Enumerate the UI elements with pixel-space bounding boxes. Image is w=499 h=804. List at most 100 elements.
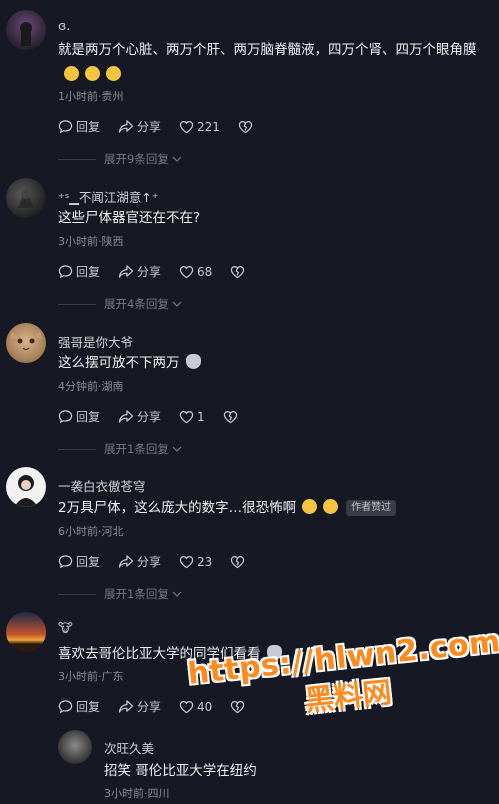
username[interactable]: ɞ. [58,18,70,33]
expand-replies[interactable]: 展开1条回复 [58,441,182,457]
action-bar: 回复 分享 221 [58,118,274,135]
reply-label: 回复 [76,410,101,424]
comment-meta: 3小时前·广东 [58,670,124,683]
like-count: 68 [197,264,213,279]
divider [58,158,96,160]
share-label: 分享 [137,120,162,134]
broken-heart-icon [238,120,253,133]
dislike-button[interactable] [230,555,248,569]
share-label: 分享 [137,410,162,424]
reply-icon [58,700,73,714]
share-button[interactable]: 分享 [118,553,161,570]
reply-button[interactable]: 回复 [58,553,100,570]
reply-label: 回复 [76,700,101,714]
heart-icon [179,120,194,133]
comment-text-body: 就是两万个心脏、两万个肝、两万脑脊髓液，四万个肾、四万个眼角膜 [58,42,477,58]
comment-text-body: 招笑 哥伦比亚大学在纽约 [104,763,257,779]
expand-label: 展开9条回复 [104,152,169,166]
dislike-button[interactable] [238,120,256,134]
action-bar: 回复 分享 68 [58,263,266,280]
dislike-button[interactable] [223,410,241,424]
broken-heart-icon [231,265,245,278]
heart-icon [179,410,194,423]
reply-label: 回复 [76,265,101,279]
like-count: 1 [197,409,205,424]
reply-label: 回复 [76,555,101,569]
like-count: 221 [197,119,220,134]
comment-meta: 6小时前·河北 [58,525,124,538]
expand-label: 展开4条回复 [104,297,169,311]
comment-text: 这些尸体器官还在不在? [58,206,478,231]
avatar[interactable] [6,467,46,507]
comment-text: 2万具尸体，这么庞大的数字…很恐怖啊 作者赞过 [58,496,478,521]
cat-emoji-icon [185,354,201,369]
reply-button[interactable]: 回复 [58,118,100,135]
share-icon [118,555,134,568]
comment-text-body: 2万具尸体，这么庞大的数字…很恐怖啊 [58,500,297,516]
chevron-down-icon [172,446,182,452]
comment-meta: 3小时前·四川 [104,787,170,800]
heart-icon [179,555,194,568]
reply-icon [58,120,73,134]
author-liked-badge: 作者赞过 [346,500,397,516]
avatar[interactable] [6,178,46,218]
share-icon [118,120,134,133]
heart-icon [179,265,194,278]
expand-replies[interactable]: 展开4条回复 [58,296,182,312]
share-button[interactable]: 分享 [118,408,161,425]
smirk-emoji-icon [64,66,79,81]
chevron-down-icon [172,301,182,307]
divider [58,448,96,450]
reply-icon [58,555,73,569]
comment-text: 招笑 哥伦比亚大学在纽约 [104,759,484,784]
share-icon [118,410,134,423]
expand-replies[interactable]: 展开9条回复 [58,151,182,167]
avatar[interactable] [6,612,46,652]
dislike-button[interactable] [230,265,248,279]
username[interactable]: ⁺ˢ▁不闻江湖意↑⁺ [58,187,158,206]
reply-icon [58,410,73,424]
smirk-emoji-icon [85,66,100,81]
comment-meta: 3小时前·陕西 [58,235,124,248]
action-bar: 回复 分享 23 [58,553,266,570]
expand-label: 展开1条回复 [104,587,169,601]
fearful-face-icon [323,499,339,514]
divider [58,303,96,305]
fearful-face-icon [302,499,318,514]
like-button[interactable]: 23 [179,555,212,569]
reply-icon [58,265,73,279]
reply-button[interactable]: 回复 [58,698,100,715]
username[interactable]: 次旺久美 [104,738,154,757]
smirk-emoji-icon [106,66,121,81]
reply-button[interactable]: 回复 [58,408,100,425]
comment-text: 就是两万个心脏、两万个肝、两万脑脊髓液，四万个肾、四万个眼角膜 [58,38,478,88]
avatar[interactable] [58,730,92,764]
reply-button[interactable]: 回复 [58,263,100,280]
username[interactable]: 一袭白衣傲苍穹 [58,476,146,495]
share-label: 分享 [137,700,162,714]
share-label: 分享 [137,555,162,569]
share-label: 分享 [137,265,162,279]
like-count: 23 [197,554,213,569]
like-button[interactable]: 1 [179,410,205,424]
chevron-down-icon [172,591,182,597]
comment-text-body: 这么摆可放不下两万 [58,355,180,371]
broken-heart-icon [231,555,245,568]
avatar[interactable] [6,323,46,363]
avatar[interactable] [6,10,46,50]
watermark: https://hlwn2.com 黑料网 [186,624,499,731]
like-button[interactable]: 221 [179,120,220,134]
share-button[interactable]: 分享 [118,118,161,135]
share-button[interactable]: 分享 [118,698,161,715]
expand-replies[interactable]: 展开1条回复 [58,586,182,602]
divider [58,593,96,595]
share-icon [118,265,134,278]
like-button[interactable]: 68 [179,265,212,279]
username[interactable]: 🐮 [58,620,73,635]
comment-text-body: 这些尸体器官还在不在? [58,210,201,226]
comment-text: 这么摆可放不下两万 [58,351,478,376]
username[interactable]: 强哥是你大爷 [58,332,133,351]
share-button[interactable]: 分享 [118,263,161,280]
reply-label: 回复 [76,120,101,134]
broken-heart-icon [223,410,237,423]
